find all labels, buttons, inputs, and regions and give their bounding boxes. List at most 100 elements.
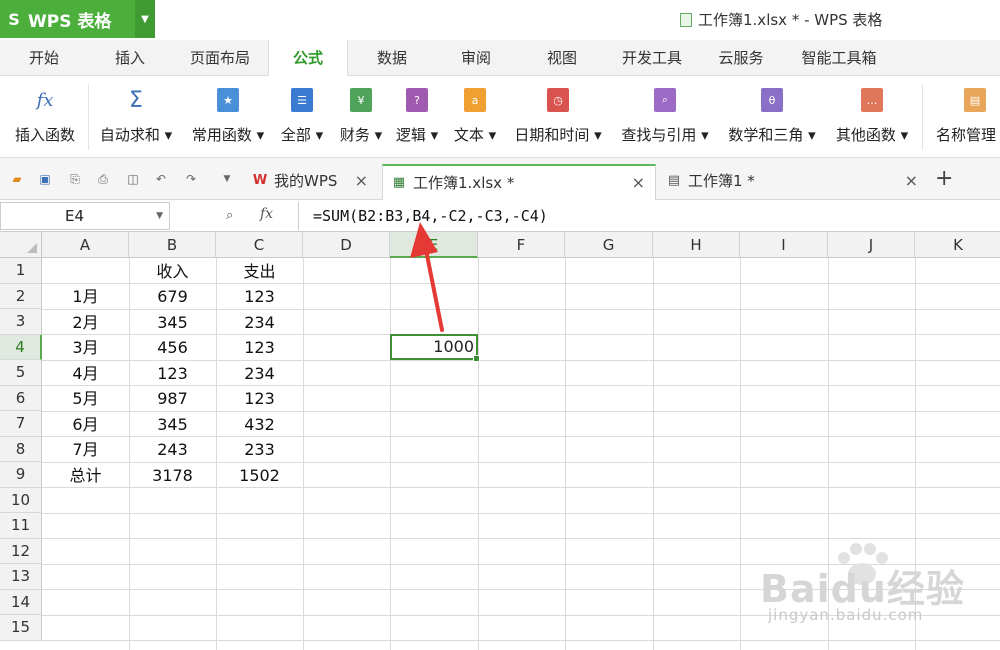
window-title: 工作簿1.xlsx * - WPS 表格 <box>680 9 882 30</box>
logic-button[interactable]: ? 逻辑 ▾ <box>390 76 444 158</box>
select-all-corner[interactable] <box>0 232 42 258</box>
doc-tab-my-wps[interactable]: W 我的WPS × <box>244 164 378 200</box>
tab-data[interactable]: 数据 <box>350 40 434 76</box>
formula-input[interactable]: =SUM(B2:B3,B4,-C2,-C3,-C4) <box>298 202 1000 230</box>
doc-tab-workbook1[interactable]: ▤ 工作簿1 * × <box>658 164 928 200</box>
print-icon[interactable]: ⎙ <box>96 172 110 186</box>
cell-b6[interactable]: 987 <box>129 386 216 411</box>
cell-c5[interactable]: 234 <box>216 361 303 386</box>
row-header-6[interactable]: 6 <box>0 385 42 411</box>
row-header-8[interactable]: 8 <box>0 436 42 462</box>
row-header-11[interactable]: 11 <box>0 513 42 539</box>
finance-button[interactable]: ¥ 财务 ▾ <box>332 76 390 158</box>
new-tab-button[interactable]: + <box>935 166 953 191</box>
column-header-i[interactable]: I <box>740 232 828 258</box>
tab-page-layout[interactable]: 页面布局 <box>172 40 268 76</box>
row-header-13[interactable]: 13 <box>0 564 42 590</box>
cell-b5[interactable]: 123 <box>129 361 216 386</box>
cell-c9[interactable]: 1502 <box>216 463 303 488</box>
save-icon[interactable]: ▣ <box>38 172 52 186</box>
column-header-j[interactable]: J <box>828 232 915 258</box>
cell-c2[interactable]: 123 <box>216 284 303 309</box>
column-header-e[interactable]: E <box>390 232 478 258</box>
name-box[interactable]: E4 ▼ <box>0 202 170 230</box>
row-header-5[interactable]: 5 <box>0 360 42 386</box>
row-header-3[interactable]: 3 <box>0 309 42 335</box>
undo-icon[interactable]: ↶ <box>154 172 168 186</box>
cell-a2[interactable]: 1月 <box>42 284 129 309</box>
tab-start[interactable]: 开始 <box>0 40 88 76</box>
text-functions-button[interactable]: a 文本 ▾ <box>446 76 504 158</box>
cell-a4[interactable]: 3月 <box>42 335 129 360</box>
cell-b4[interactable]: 456 <box>129 335 216 360</box>
cell-a7[interactable]: 6月 <box>42 412 129 437</box>
row-header-12[interactable]: 12 <box>0 538 42 564</box>
cell-c7[interactable]: 432 <box>216 412 303 437</box>
tab-developer[interactable]: 开发工具 <box>606 40 698 76</box>
insert-function-button[interactable]: fx 插入函数 <box>4 76 86 158</box>
row-header-7[interactable]: 7 <box>0 411 42 437</box>
tab-review[interactable]: 审阅 <box>434 40 518 76</box>
row-header-4[interactable]: 4 <box>0 334 42 360</box>
cell-c4[interactable]: 123 <box>216 335 303 360</box>
math-label: 数学和三角 ▾ <box>728 126 816 144</box>
cell-b7[interactable]: 345 <box>129 412 216 437</box>
column-header-d[interactable]: D <box>303 232 390 258</box>
export-pdf-icon[interactable]: ⎘ <box>68 172 82 186</box>
cell-b2[interactable]: 679 <box>129 284 216 309</box>
close-icon[interactable]: × <box>905 164 918 198</box>
logic-label: 逻辑 ▾ <box>395 126 439 144</box>
fx-icon[interactable]: fx <box>260 206 273 222</box>
chevron-down-icon[interactable]: ▼ <box>156 203 163 229</box>
doc-tab-workbook1-xlsx[interactable]: ▦ 工作簿1.xlsx * × <box>382 164 656 200</box>
tab-formulas[interactable]: 公式 <box>268 40 348 77</box>
app-menu-button[interactable]: S WPS 表格 ▼ <box>0 0 155 38</box>
tab-view[interactable]: 视图 <box>518 40 606 76</box>
print-preview-icon[interactable]: ◫ <box>126 172 140 186</box>
redo-icon[interactable]: ↷ <box>184 172 198 186</box>
lookup-button[interactable]: ⌕ 查找与引用 ▾ <box>614 76 716 158</box>
row-header-14[interactable]: 14 <box>0 589 42 615</box>
cell-b9[interactable]: 3178 <box>129 463 216 488</box>
cell-c6[interactable]: 123 <box>216 386 303 411</box>
math-button[interactable]: θ 数学和三角 ▾ <box>720 76 824 158</box>
column-header-h[interactable]: H <box>653 232 740 258</box>
column-header-g[interactable]: G <box>565 232 653 258</box>
cell-a6[interactable]: 5月 <box>42 386 129 411</box>
cell-c3[interactable]: 234 <box>216 310 303 335</box>
close-icon[interactable]: × <box>355 164 368 198</box>
row-header-10[interactable]: 10 <box>0 487 42 513</box>
datetime-button[interactable]: ◷ 日期和时间 ▾ <box>508 76 608 158</box>
column-header-f[interactable]: F <box>478 232 565 258</box>
zoom-icon[interactable]: ⌕ <box>226 208 233 223</box>
close-icon[interactable]: × <box>632 166 645 200</box>
column-header-a[interactable]: A <box>42 232 129 258</box>
cell-a9[interactable]: 总计 <box>42 463 129 488</box>
column-header-b[interactable]: B <box>129 232 216 258</box>
app-dropdown-icon[interactable]: ▼ <box>135 0 155 38</box>
cell-b1[interactable]: 收入 <box>129 259 216 284</box>
cell-b3[interactable]: 345 <box>129 310 216 335</box>
name-manager-button[interactable]: ▤ 名称管理 <box>930 76 1000 158</box>
other-functions-button[interactable]: … 其他函数 ▾ <box>828 76 916 158</box>
row-header-2[interactable]: 2 <box>0 283 42 309</box>
autosum-button[interactable]: Σ 自动求和 ▾ <box>92 76 180 158</box>
column-header-c[interactable]: C <box>216 232 303 258</box>
cell-a5[interactable]: 4月 <box>42 361 129 386</box>
common-functions-button[interactable]: ★ 常用函数 ▾ <box>184 76 272 158</box>
row-header-1[interactable]: 1 <box>0 258 42 284</box>
tab-smart-toolbox[interactable]: 智能工具箱 <box>784 40 894 76</box>
cell-c1[interactable]: 支出 <box>216 259 303 284</box>
cell-b8[interactable]: 243 <box>129 437 216 462</box>
tab-cloud[interactable]: 云服务 <box>698 40 784 76</box>
row-header-9[interactable]: 9 <box>0 462 42 488</box>
cell-c8[interactable]: 233 <box>216 437 303 462</box>
open-folder-icon[interactable]: ▰ <box>10 172 24 186</box>
customize-dropdown-icon[interactable]: ▼ <box>220 172 234 186</box>
all-functions-button[interactable]: ☰ 全部 ▾ <box>272 76 332 158</box>
tab-insert[interactable]: 插入 <box>88 40 172 76</box>
row-header-15[interactable]: 15 <box>0 615 42 641</box>
cell-a3[interactable]: 2月 <box>42 310 129 335</box>
cell-a8[interactable]: 7月 <box>42 437 129 462</box>
column-header-k[interactable]: K <box>915 232 1000 258</box>
